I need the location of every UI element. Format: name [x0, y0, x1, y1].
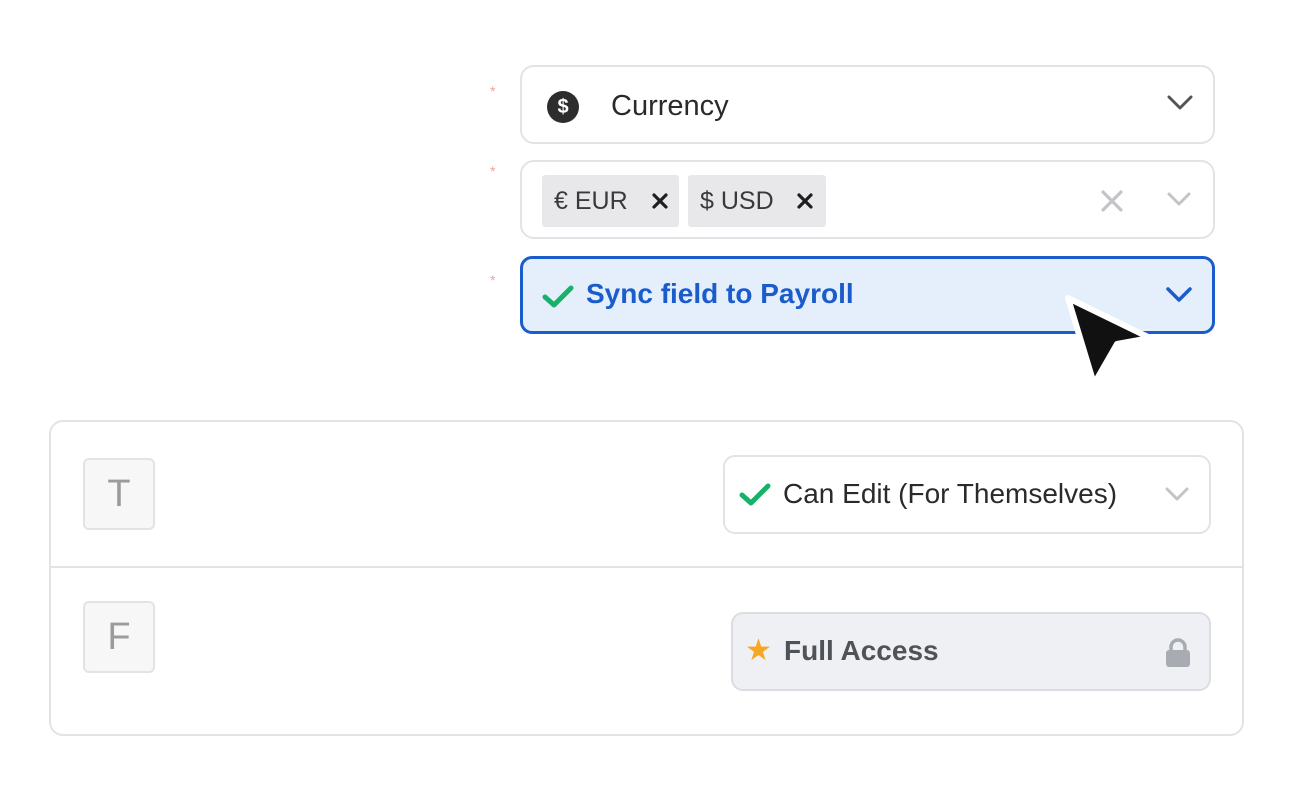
- star-icon: ★: [745, 634, 772, 667]
- permission-value: Can Edit (For Themselves): [783, 478, 1118, 509]
- avatar: T: [83, 458, 155, 530]
- dollar-circle-icon: $: [547, 91, 579, 123]
- remove-tag-icon[interactable]: [792, 188, 818, 214]
- row-divider: [51, 566, 1242, 568]
- check-icon: [542, 285, 574, 308]
- mouse-pointer-icon: [1065, 295, 1153, 387]
- permission-value: Full Access: [784, 635, 939, 666]
- permission-select-locked: ★ Full Access: [731, 612, 1211, 691]
- lock-icon: [1166, 638, 1190, 667]
- remove-tag-icon[interactable]: [647, 188, 673, 214]
- tag-label: € EUR: [554, 187, 628, 215]
- permissions-card: T Can Edit (For Themselves) F ★ Full Acc…: [49, 420, 1244, 736]
- check-icon: [739, 483, 771, 506]
- required-marker: *: [490, 83, 496, 99]
- currency-select-label: Currency: [611, 90, 729, 122]
- tag-eur: € EUR: [542, 175, 679, 227]
- tag-usd: $ USD: [688, 175, 826, 227]
- currency-select[interactable]: $ Currency: [520, 65, 1215, 144]
- permission-select[interactable]: Can Edit (For Themselves): [723, 455, 1211, 534]
- required-marker: *: [490, 272, 496, 288]
- chevron-down-icon[interactable]: [1167, 95, 1193, 111]
- chevron-down-icon[interactable]: [1167, 192, 1191, 206]
- chevron-down-icon[interactable]: [1166, 287, 1192, 303]
- currency-multiselect[interactable]: € EUR $ USD: [520, 160, 1215, 239]
- avatar: F: [83, 601, 155, 673]
- sync-select-label: Sync field to Payroll: [586, 278, 854, 309]
- required-marker: *: [490, 163, 496, 179]
- tag-label: $ USD: [700, 187, 774, 215]
- chevron-down-icon[interactable]: [1165, 487, 1189, 501]
- clear-all-icon[interactable]: [1100, 189, 1124, 213]
